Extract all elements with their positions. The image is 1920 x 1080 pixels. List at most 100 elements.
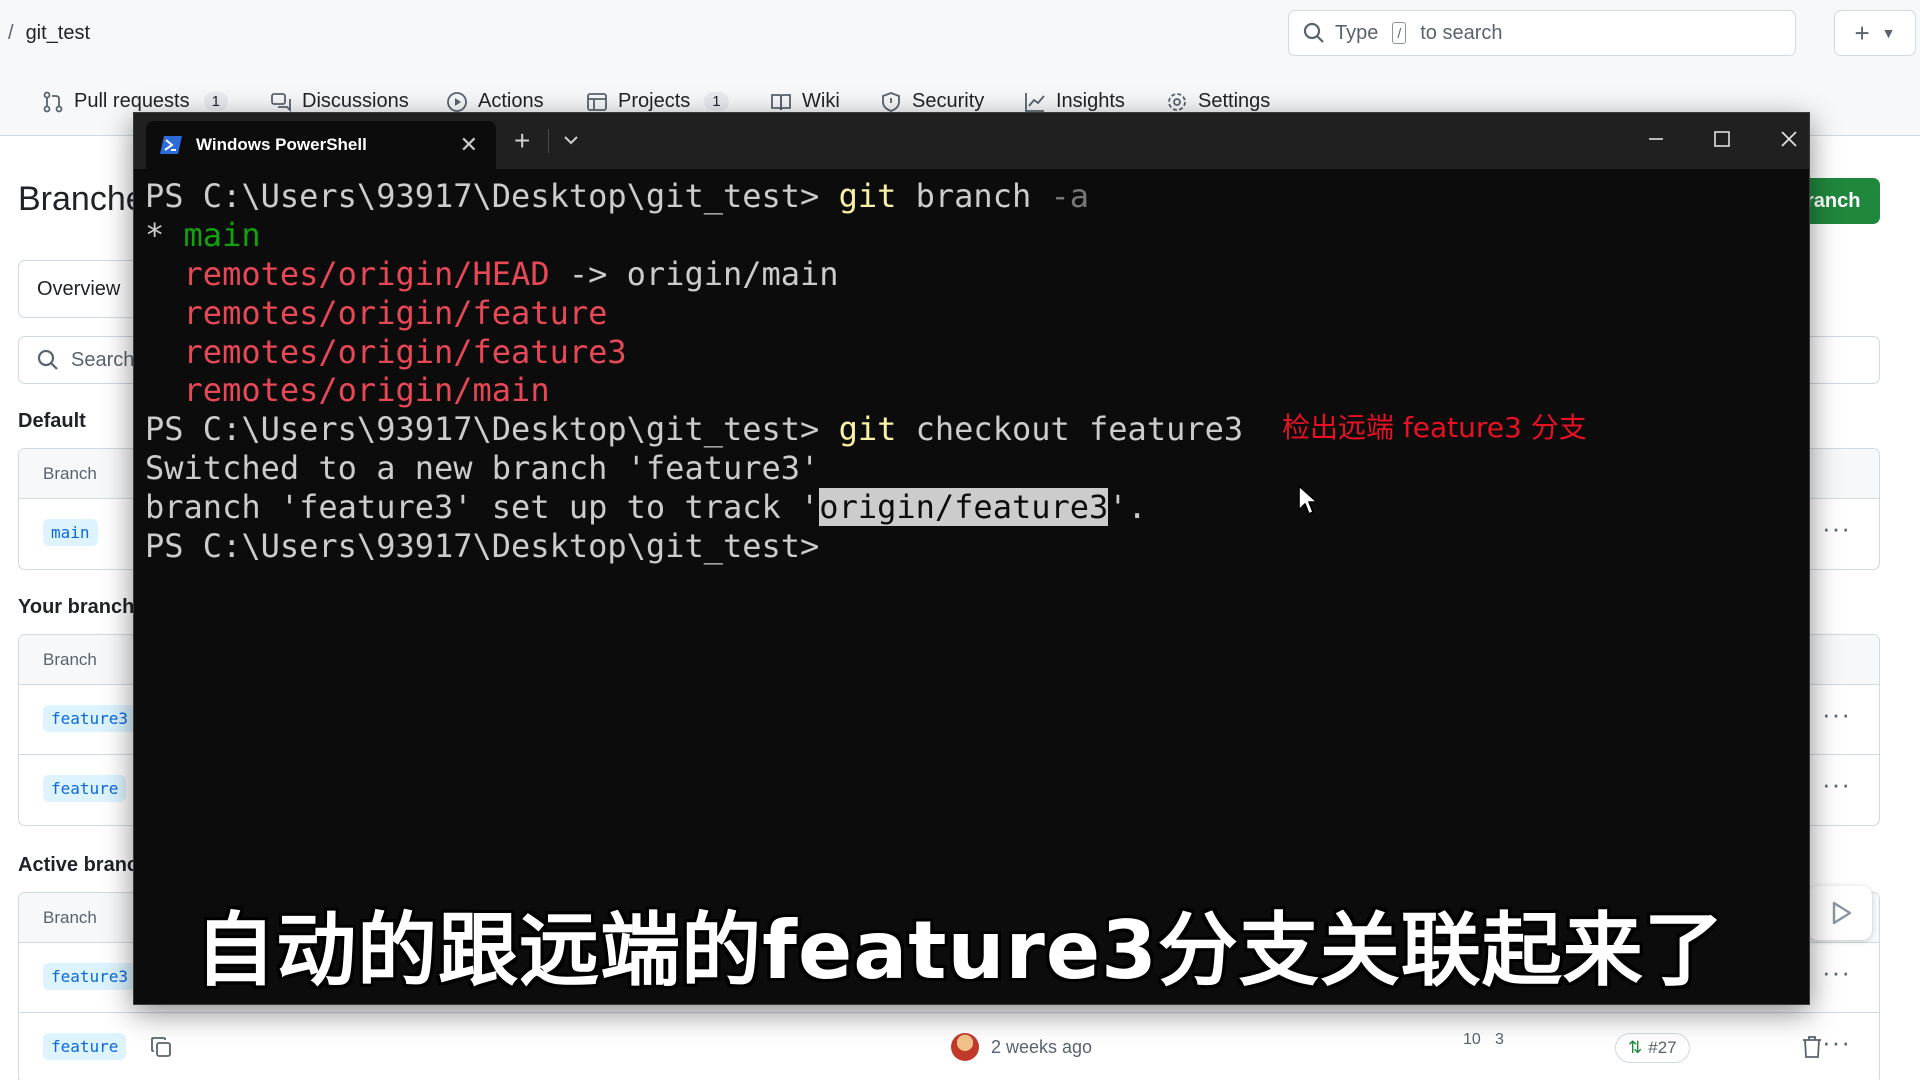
gear-icon [1168,92,1186,111]
trash-icon[interactable] [1801,1035,1823,1059]
terminal-line: remotes/origin/feature3 [145,333,1809,372]
breadcrumb-separator: / [8,22,14,44]
tab-pull-requests[interactable]: Pull requests 1 [42,90,228,113]
section-default-label: Default [18,410,86,432]
terminal-output[interactable]: PS C:\Users\93917\Desktop\git_test> git … [145,177,1809,1004]
terminal-line: remotes/origin/feature [145,294,1809,333]
tab-overview[interactable]: Overview [18,260,138,318]
table-icon [587,92,607,111]
maximize-icon[interactable] [1710,127,1734,151]
tab-counter: 1 [704,92,729,111]
tab-label: Actions [478,90,544,112]
terminal-line: Switched to a new branch 'feature3' [145,449,1809,488]
tab-settings[interactable]: Settings [1166,90,1270,113]
powershell-icon [160,136,182,154]
terminal-line: PS C:\Users\93917\Desktop\git_test> [145,527,1809,566]
more-options-icon[interactable]: ··· [1822,769,1851,800]
plus-icon: + [1854,17,1870,48]
more-options-icon[interactable]: ··· [1822,699,1851,730]
terminal-tab-title: Windows PowerShell [196,135,367,154]
avatar[interactable] [951,1033,979,1061]
mouse-cursor-icon [1298,485,1318,515]
tab-label: Pull requests [74,90,190,112]
graph-icon [1025,92,1045,112]
terminal-text-segment: PS C:\Users\93917\Desktop\git_test> [145,177,839,215]
tab-label: Settings [1198,90,1271,112]
terminal-text-segment: remotes/origin/main [183,371,550,410]
tab-projects[interactable]: Projects 1 [586,90,729,113]
tab-label: Security [912,90,985,112]
titlebar-divider [548,129,549,153]
branch-name-link[interactable]: main [43,519,98,546]
terminal-text-segment: * [145,215,184,254]
terminal-line: branch 'feature3' set up to track 'origi… [145,488,1809,527]
close-window-icon[interactable] [1777,127,1801,151]
terminal-text-segment: branch 'feature3' set up to track ' [145,488,820,527]
git-pull-request-icon: ⇅ [1628,1038,1643,1057]
search-hint-suffix: to search [1420,21,1503,44]
close-tab-icon[interactable]: ✕ [460,132,478,158]
ahead-count: 3 [1495,1031,1504,1048]
tab-wiki[interactable]: Wiki [770,90,840,113]
branch-name-link[interactable]: feature [43,775,127,802]
global-search-input[interactable]: Type / to search [1288,10,1796,56]
terminal-text-segment: origin/feature3 [819,488,1109,527]
tab-actions[interactable]: Actions [446,90,544,113]
video-subtitle: 自动的跟远端的feature3分支关联起来了 [195,904,1725,997]
pull-request-number: #27 [1648,1038,1677,1057]
copy-icon[interactable] [149,1035,173,1059]
terminal-text-segment: git [838,177,897,215]
chevron-down-icon: ▼ [1881,25,1896,41]
table-row: feature 2 weeks ago 10 3 ⇅ #27 ··· [19,1013,1879,1080]
updated-time: 2 weeks ago [991,1037,1093,1057]
create-new-button[interactable]: + ▼ [1834,10,1916,56]
tab-label: Insights [1056,90,1125,112]
terminal-text-segment: PS C:\Users\93917\Desktop\git_test> [145,410,839,449]
terminal-tab[interactable]: Windows PowerShell ✕ [146,121,496,169]
powershell-titlebar: Windows PowerShell ✕ + [134,113,1809,169]
tab-insights[interactable]: Insights [1024,90,1125,113]
terminal-text-segment: -> origin/main [549,254,839,293]
tab-label: Discussions [302,90,409,112]
book-icon [771,93,791,110]
terminal-text-segment: remotes/origin/HEAD [183,254,550,293]
search-icon [37,349,58,370]
terminal-text-segment: remotes/origin/feature3 [183,332,627,371]
more-options-icon[interactable]: ··· [1822,513,1851,544]
terminal-text-segment: Switched to a new branch 'feature3' [145,449,820,488]
tab-discussions[interactable]: Discussions [270,90,409,113]
search-placeholder: Search [71,348,135,371]
pull-request-badge[interactable]: ⇅ #27 [1615,1033,1690,1063]
annotation-text: 检出远端 feature3 分支 [1282,411,1587,444]
terminal-line: * main [145,216,1809,255]
repo-name-link[interactable]: git_test [26,22,90,45]
chevron-down-icon[interactable] [560,129,582,151]
terminal-text-segment: branch [896,177,1051,215]
discussions-icon [271,92,291,112]
tab-label: Projects [618,90,691,112]
more-options-icon[interactable]: ··· [1822,1027,1851,1058]
search-icon [1303,22,1324,43]
minimize-icon[interactable] [1644,127,1668,151]
branch-name-link[interactable]: feature [43,1033,127,1060]
terminal-line: PS C:\Users\93917\Desktop\git_test> git … [145,177,1809,216]
github-header: / git_test Type / to search + ▼ [0,0,1920,66]
shield-icon [882,91,900,112]
terminal-text-segment: PS C:\Users\93917\Desktop\git_test> [145,527,820,566]
section-your-branches-label: Your branche [18,596,146,618]
terminal-text-segment: '. [1108,488,1147,527]
terminal-text-segment: checkout feature3 [896,410,1244,449]
terminal-line: remotes/origin/main [145,371,1809,410]
new-tab-button[interactable]: + [514,125,530,157]
tab-security[interactable]: Security [880,90,984,113]
section-active-branches-label: Active branc [18,854,139,876]
tab-counter: 1 [203,92,228,111]
branch-name-link[interactable]: feature3 [43,705,137,732]
play-circle-icon [447,91,467,112]
search-shortcut-key: / [1392,22,1407,44]
terminal-text-segment: remotes/origin/feature [183,293,608,332]
